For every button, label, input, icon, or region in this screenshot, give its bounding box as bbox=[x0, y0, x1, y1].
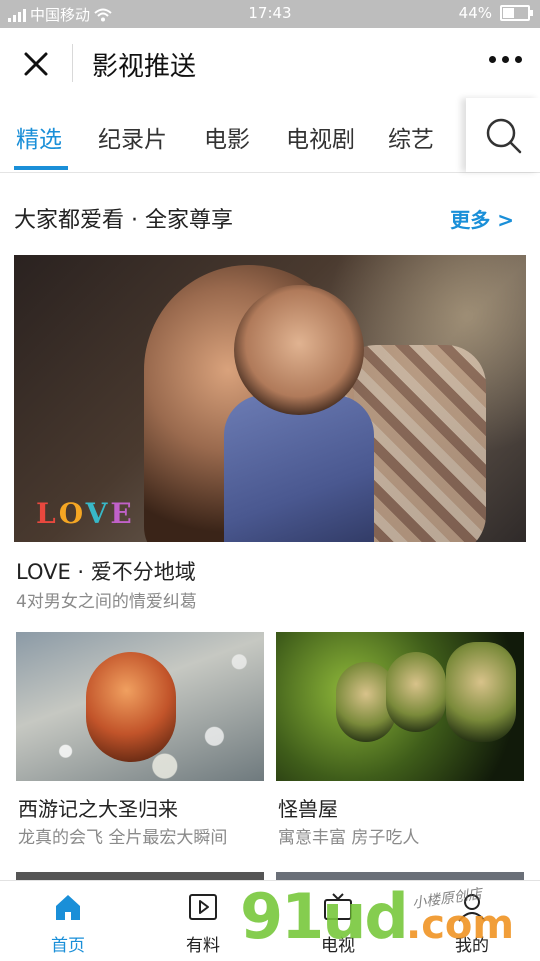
card-image-monkey-king[interactable] bbox=[16, 632, 264, 781]
tab-documentary[interactable]: 纪录片 bbox=[98, 120, 167, 154]
page-title: 影视推送 bbox=[92, 52, 197, 82]
tab-featured[interactable]: 精选 bbox=[16, 120, 62, 154]
tv-icon bbox=[324, 893, 352, 920]
category-tabs: 精选 纪录片 电影 电视剧 综艺 bbox=[0, 98, 540, 173]
card-title[interactable]: 怪兽屋 bbox=[278, 793, 338, 822]
nav-discover[interactable]: 有料 bbox=[153, 881, 253, 961]
header-divider bbox=[72, 44, 73, 82]
home-icon bbox=[56, 895, 80, 920]
card-image-monster-house[interactable] bbox=[276, 632, 524, 781]
more-link[interactable]: 更多 > bbox=[450, 204, 514, 233]
tab-tv-series[interactable]: 电视剧 bbox=[286, 120, 355, 154]
card-subtitle: 寓意丰富 房子吃人 bbox=[278, 828, 420, 848]
featured-subtitle: 4对男女之间的情爱纠葛 bbox=[16, 592, 197, 612]
nav-label: 我的 bbox=[455, 936, 489, 956]
nav-label: 首页 bbox=[51, 936, 85, 956]
close-icon[interactable] bbox=[18, 46, 54, 82]
section-title: 大家都爱看 · 全家尊享 bbox=[14, 208, 233, 233]
battery-icon bbox=[500, 5, 533, 21]
bottom-navigation: 首页 有料 电视 我的 bbox=[0, 880, 540, 961]
search-icon bbox=[486, 118, 522, 154]
card-subtitle: 龙真的会飞 全片最宏大瞬间 bbox=[18, 828, 228, 848]
nav-label: 电视 bbox=[321, 936, 355, 956]
status-bar: 中国移动 17:43 44% bbox=[0, 0, 540, 28]
nav-home[interactable]: 首页 bbox=[18, 881, 118, 961]
app-header: 影视推送 bbox=[0, 28, 540, 98]
active-tab-indicator bbox=[14, 166, 68, 170]
tab-movies[interactable]: 电影 bbox=[204, 120, 250, 154]
user-icon bbox=[458, 894, 486, 922]
featured-logo: LOVE bbox=[36, 497, 135, 530]
nav-tv[interactable]: 电视 bbox=[288, 881, 388, 961]
card-title[interactable]: 西游记之大圣归来 bbox=[18, 793, 178, 822]
search-button[interactable] bbox=[466, 98, 540, 172]
featured-image[interactable]: LOVE bbox=[14, 255, 526, 542]
play-icon bbox=[189, 894, 217, 920]
featured-title[interactable]: LOVE · 爱不分地域 bbox=[16, 556, 196, 586]
nav-label: 有料 bbox=[186, 936, 220, 956]
battery-percent: 44% bbox=[458, 4, 492, 22]
tab-variety[interactable]: 综艺 bbox=[388, 120, 434, 154]
more-options-icon[interactable] bbox=[489, 56, 522, 63]
nav-profile[interactable]: 我的 bbox=[422, 881, 522, 961]
